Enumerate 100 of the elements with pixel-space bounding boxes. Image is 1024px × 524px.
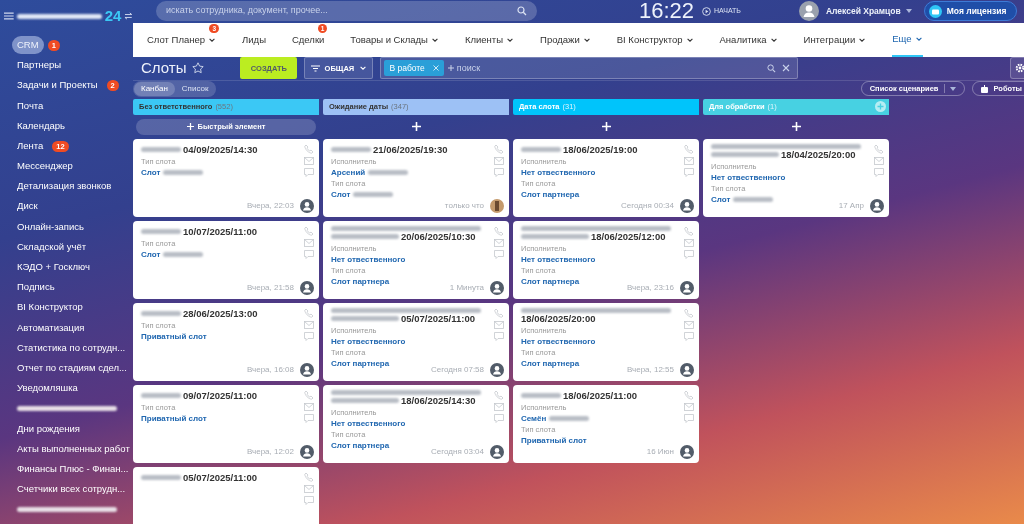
phone-icon[interactable]: [304, 143, 314, 154]
license-button[interactable]: Моя лицензия: [923, 1, 1018, 21]
mail-icon[interactable]: [494, 320, 504, 329]
sidebar-item[interactable]: Статистика по сотрудн...: [12, 338, 131, 358]
sidebar-item[interactable]: Диск: [12, 197, 43, 216]
phone-icon[interactable]: [494, 143, 504, 154]
phone-icon[interactable]: [684, 389, 694, 400]
field-value[interactable]: Слот: [141, 166, 161, 178]
field-value[interactable]: Нет отвественного: [521, 253, 596, 265]
sidebar-item[interactable]: Подпись: [12, 278, 60, 297]
phone-icon[interactable]: [304, 225, 314, 236]
chat-icon[interactable]: [684, 167, 694, 177]
swap-icon[interactable]: [124, 12, 133, 20]
phone-icon[interactable]: [304, 389, 314, 400]
plus-circle-icon[interactable]: [875, 101, 886, 112]
chat-icon[interactable]: [304, 249, 314, 259]
chat-icon[interactable]: [304, 167, 314, 177]
star-icon[interactable]: [192, 62, 205, 75]
mail-icon[interactable]: [494, 156, 504, 165]
chat-icon[interactable]: [304, 331, 314, 341]
sidebar-item[interactable]: Календарь: [12, 116, 70, 135]
mail-icon[interactable]: [304, 238, 314, 247]
sidebar-item[interactable]: Онлайн-запись: [12, 217, 89, 236]
sidebar-item[interactable]: Счетчики всех сотрудн...: [12, 480, 131, 499]
phone-icon[interactable]: [684, 225, 694, 236]
sidebar-item[interactable]: Задачи и Проекты: [12, 76, 103, 95]
menu-icon[interactable]: [4, 12, 14, 20]
chat-icon[interactable]: [494, 249, 504, 259]
mail-icon[interactable]: [684, 156, 694, 165]
add-icon[interactable]: [411, 122, 421, 131]
view-tab[interactable]: Канбан: [134, 81, 175, 96]
chat-icon[interactable]: [494, 413, 504, 423]
field-value[interactable]: Слот партнера: [331, 439, 390, 451]
phone-icon[interactable]: [494, 225, 504, 236]
field-value[interactable]: Приватный слот: [141, 412, 207, 424]
mail-icon[interactable]: [684, 402, 694, 411]
phone-icon[interactable]: [304, 471, 314, 482]
field-value[interactable]: Приватный слот: [521, 434, 587, 446]
sidebar-item[interactable]: Отчет по стадиям сдел...: [12, 358, 132, 378]
filter-search-field[interactable]: В работе поиск: [380, 57, 799, 80]
close-icon[interactable]: [782, 64, 791, 73]
mail-icon[interactable]: [304, 484, 314, 493]
nav-tab[interactable]: Клиенты: [464, 23, 515, 57]
chat-icon[interactable]: [494, 331, 504, 341]
search-field[interactable]: искать сотрудника, документ, прочее...: [156, 1, 537, 21]
view-tab[interactable]: Список: [174, 81, 216, 96]
sidebar-item[interactable]: Акты выполненных работ: [12, 439, 135, 458]
field-value[interactable]: Нет отвественного: [521, 335, 596, 347]
nav-tab[interactable]: Продажи: [540, 23, 591, 57]
phone-icon[interactable]: [494, 389, 504, 400]
chat-icon[interactable]: [684, 249, 694, 259]
mail-icon[interactable]: [304, 402, 314, 411]
deal-card[interactable]: 05/07/2025/11:00: [133, 466, 319, 524]
mail-icon[interactable]: [494, 402, 504, 411]
mail-icon[interactable]: [494, 238, 504, 247]
field-value[interactable]: Слот: [711, 193, 731, 205]
field-value[interactable]: Арсений: [331, 166, 366, 178]
user-name[interactable]: Алексей Храмцов: [825, 4, 901, 18]
sidebar-item[interactable]: Детализация звонков: [12, 177, 117, 196]
chat-icon[interactable]: [874, 167, 884, 177]
chat-icon[interactable]: [684, 413, 694, 423]
sidebar-item[interactable]: BI Конструктор: [12, 298, 88, 317]
add-icon[interactable]: [601, 122, 611, 131]
mail-icon[interactable]: [684, 238, 694, 247]
sidebar-item[interactable]: Автоматизация: [12, 318, 90, 337]
chat-icon[interactable]: [684, 331, 694, 341]
mail-icon[interactable]: [684, 320, 694, 329]
play-icon[interactable]: [702, 6, 712, 16]
user-avatar-icon[interactable]: [798, 1, 819, 21]
nav-tab[interactable]: Аналитика: [719, 23, 778, 57]
sidebar-item[interactable]: Уведомляшка: [12, 379, 83, 398]
phone-icon[interactable]: [494, 307, 504, 318]
field-value[interactable]: Нет отвественного: [711, 171, 786, 183]
chat-icon[interactable]: [494, 167, 504, 177]
sidebar-item[interactable]: Дни рождения: [12, 419, 85, 438]
nav-tab[interactable]: Лиды: [242, 23, 266, 57]
search-icon[interactable]: [767, 63, 777, 73]
field-value[interactable]: Приватный слот: [141, 330, 207, 342]
mail-icon[interactable]: [304, 156, 314, 165]
search-icon[interactable]: [517, 6, 527, 16]
sidebar-item[interactable]: Мессенджер: [12, 157, 78, 176]
mail-icon[interactable]: [874, 156, 884, 165]
chat-icon[interactable]: [304, 495, 314, 505]
remove-icon[interactable]: [432, 65, 439, 72]
field-value[interactable]: Нет отвественного: [331, 335, 406, 347]
settings-button[interactable]: [1010, 57, 1024, 80]
field-value[interactable]: Слот: [331, 188, 351, 200]
field-value[interactable]: Слот партнера: [331, 357, 390, 369]
nav-tab[interactable]: Товары и Склады: [350, 23, 439, 57]
field-value[interactable]: Слот партнера: [521, 188, 580, 200]
phone-icon[interactable]: [874, 143, 884, 154]
phone-icon[interactable]: [684, 143, 694, 154]
field-value[interactable]: Слот: [141, 248, 161, 260]
phone-icon[interactable]: [684, 307, 694, 318]
sidebar-item[interactable]: Почта: [12, 96, 49, 115]
sidebar-item[interactable]: Партнеры: [12, 56, 67, 75]
sidebar-item[interactable]: Складской учёт: [12, 237, 92, 257]
sidebar-item[interactable]: Финансы Плюс - Финан...: [12, 459, 134, 479]
field-value[interactable]: Нет отвественного: [521, 166, 596, 178]
field-value[interactable]: Слот партнера: [521, 357, 580, 369]
